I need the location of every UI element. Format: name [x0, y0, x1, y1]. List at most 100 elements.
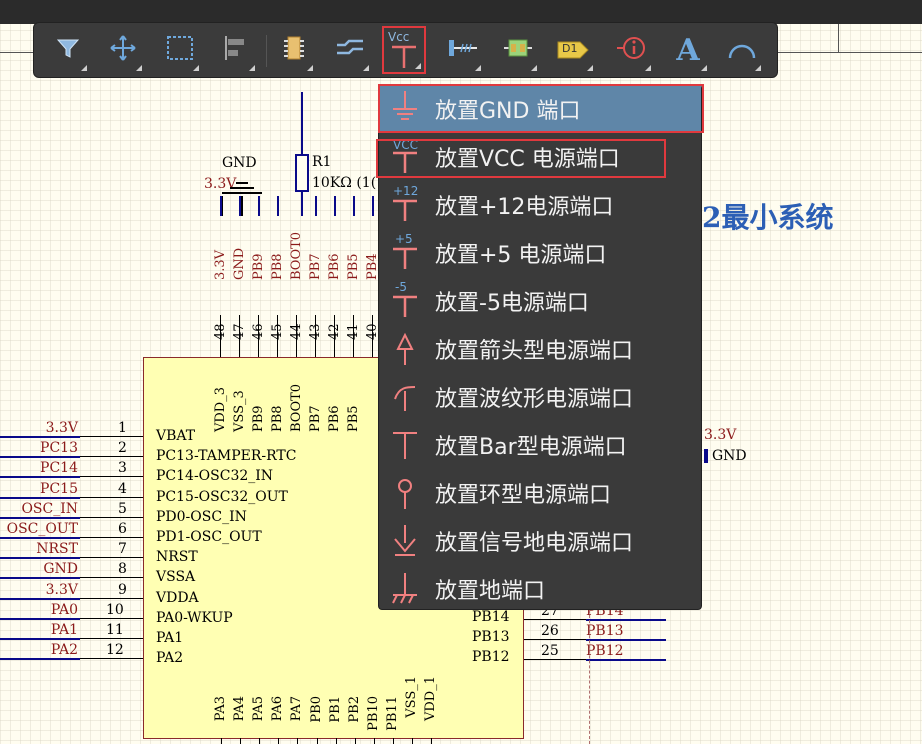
tool-filter[interactable] [46, 26, 90, 74]
toolbar-separator [266, 35, 267, 67]
pin-line [524, 619, 586, 620]
wire [334, 196, 336, 216]
menu-item-circle-port[interactable]: 放置环型电源端口 [379, 469, 701, 517]
pin-line [431, 738, 433, 744]
top-pin-name: BOOT0 [289, 383, 304, 432]
left-pin-number: 8 [118, 561, 127, 578]
menu-item-vcc-port[interactable]: VCC 放置VCC 电源端口 [379, 133, 701, 181]
bottom-pin-name: PA5 [251, 696, 267, 722]
top-pin-name: PB8 [270, 405, 285, 432]
menu-item-gnd-port[interactable]: 放置GND 端口 [379, 85, 701, 133]
top-pin-number: 42 [327, 323, 342, 340]
left-net-label: NRST [36, 541, 78, 558]
bus-wire-icon [335, 37, 365, 63]
filter-icon [55, 36, 81, 64]
left-pin-number: 1 [118, 420, 127, 436]
tool-text[interactable]: A [666, 26, 710, 74]
wire [220, 196, 222, 216]
bottom-pin-name: PA7 [289, 696, 305, 722]
tool-directive[interactable] [610, 26, 654, 74]
left-net-label: 3.3V [45, 420, 78, 436]
tool-arc[interactable] [720, 26, 764, 74]
pin-line [80, 436, 143, 437]
pin-line [297, 738, 299, 744]
tool-harness[interactable] [440, 26, 484, 74]
circle-power-icon [379, 469, 435, 517]
gnd-symbol[interactable] [222, 182, 262, 196]
selection-rect-icon [166, 35, 194, 65]
top-pin-name: PB6 [327, 405, 342, 432]
left-net-label: PA1 [50, 622, 78, 638]
left-net-label: PA0 [50, 601, 78, 618]
menu-item-earth-ground-port[interactable]: 放置地端口 [379, 565, 701, 613]
component-icon [280, 34, 308, 66]
wire [301, 92, 303, 154]
right-net-label: PB13 [586, 623, 624, 640]
left-pin-name: PD1-OSC_OUT [156, 529, 262, 546]
wire [241, 196, 243, 216]
wire [0, 597, 80, 600]
menu-item-bar-port[interactable]: 放置Bar型电源端口 [379, 421, 701, 469]
left-pin-number: 9 [118, 581, 127, 598]
minus5-power-icon: -5 [393, 280, 417, 317]
tool-power-port[interactable]: Vcc [382, 26, 426, 74]
top-pin-name: VSS_3 [232, 390, 247, 432]
menu-item-wave-port[interactable]: 放置波纹形电源端口 [379, 373, 701, 421]
wire [315, 196, 317, 216]
tool-align[interactable] [214, 26, 258, 74]
tool-sheet-symbol[interactable] [496, 26, 540, 74]
top-pin-number: 41 [346, 323, 361, 340]
top-pin-number: 43 [308, 323, 323, 340]
tool-select[interactable] [158, 26, 202, 74]
menu-item-label: 放置GND 端口 [435, 99, 581, 124]
menu-item-label: 放置地端口 [435, 579, 546, 604]
menu-item-label: 放置箭头型电源端口 [435, 339, 634, 364]
left-pin-name: VDDA [156, 589, 199, 606]
menu-item-label: 放置+12电源端口 [435, 195, 614, 220]
power-port-dropdown-menu: 放置GND 端口 VCC 放置VCC 电源端口 +12 放置+12电源端口 +5… [378, 84, 702, 610]
wire [586, 659, 666, 662]
sheet-divider [589, 610, 590, 744]
wire [353, 196, 355, 216]
pin-line [80, 617, 143, 619]
left-net-label: PC15 [40, 480, 78, 497]
tool-port[interactable]: D1 [552, 26, 596, 74]
wire [586, 639, 666, 642]
port-icon: D1 [556, 38, 592, 62]
menu-item-signal-ground-port[interactable]: 放置信号地电源端口 [379, 517, 701, 565]
right-net-label: GND [712, 448, 747, 464]
bottom-pin-name: PA6 [270, 696, 286, 722]
wire [239, 196, 241, 216]
wire [0, 516, 80, 519]
menu-item-label: 放置VCC 电源端口 [435, 147, 620, 172]
pin-line [278, 738, 280, 744]
left-pin-number: 4 [118, 480, 127, 497]
harness-icon [445, 36, 479, 64]
resistor-r1[interactable] [295, 154, 309, 192]
tool-move[interactable] [101, 26, 145, 74]
left-pin-name: PD0-OSC_IN [156, 508, 247, 525]
menu-item-plus12-port[interactable]: +12 放置+12电源端口 [379, 181, 701, 229]
plus5-power-icon: +5 [393, 232, 417, 269]
tool-bus[interactable] [328, 26, 372, 74]
arc-icon [726, 36, 758, 64]
wire [277, 196, 279, 216]
menu-item-minus5-port[interactable]: -5 放置-5电源端口 [379, 277, 701, 325]
wire [0, 436, 80, 438]
bottom-pin-name: PB0 [308, 696, 324, 723]
pin-line [80, 557, 143, 559]
pin-line [316, 738, 318, 744]
left-pin-number: 12 [106, 642, 124, 659]
menu-item-arrow-port[interactable]: 放置箭头型电源端口 [379, 325, 701, 373]
wire [0, 476, 80, 479]
top-pin-name: PB9 [251, 405, 266, 432]
menu-item-plus5-port[interactable]: +5 放置+5 电源端口 [379, 229, 701, 277]
pin-line [240, 738, 242, 744]
align-icon [222, 34, 250, 66]
vcc-power-icon: VCC [393, 138, 418, 173]
top-net-label: PB9 [251, 253, 266, 280]
pin-line [412, 738, 413, 744]
left-pin-names: VBAT PC13-TAMPER-RTC PC14-OSC32_IN PC15-OSC… [156, 426, 296, 668]
active-bar-toolbar: Vcc D1 A [33, 22, 778, 78]
tool-component[interactable] [272, 26, 316, 74]
